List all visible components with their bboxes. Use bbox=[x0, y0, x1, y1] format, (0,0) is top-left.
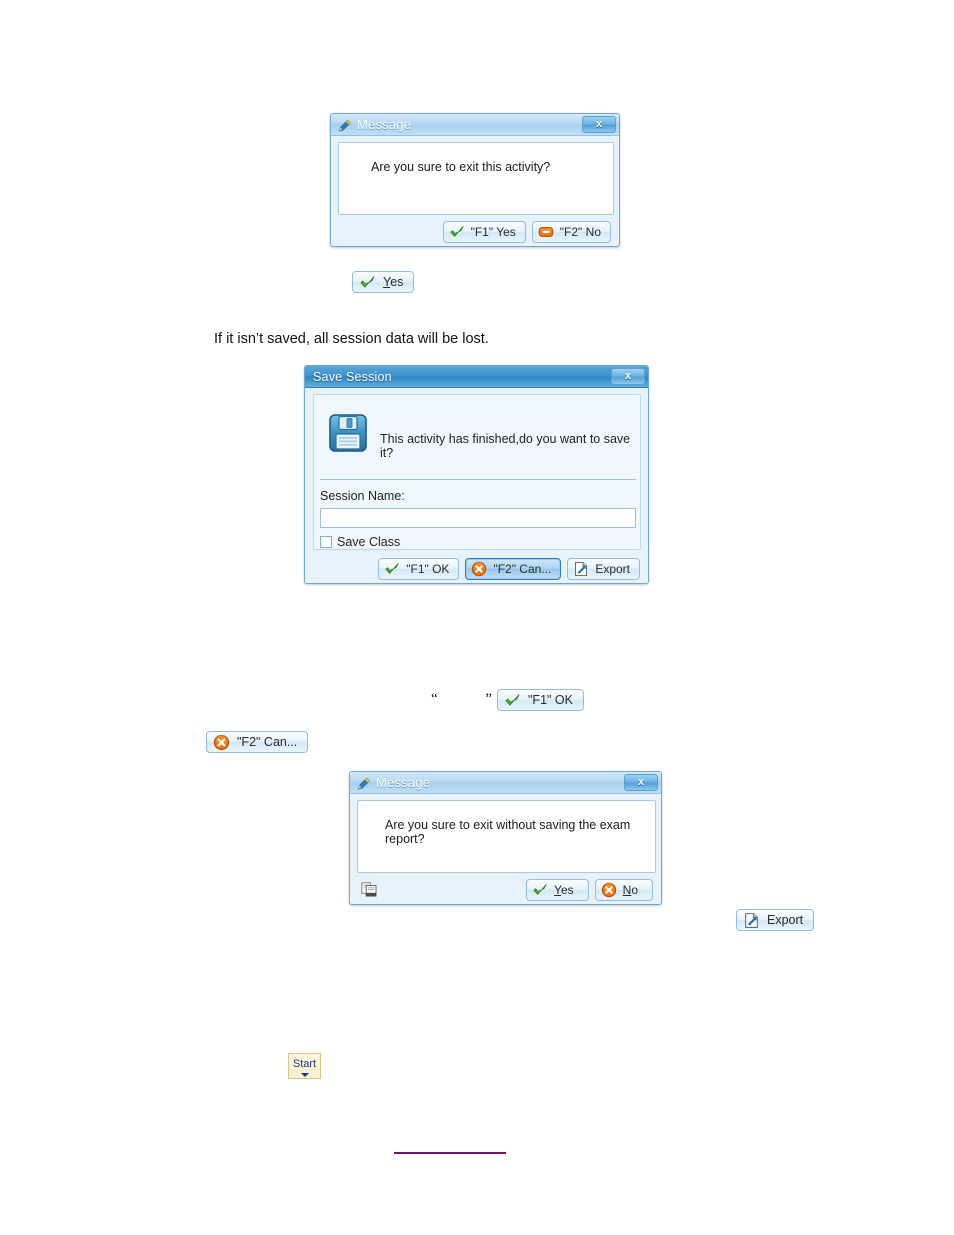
no-button[interactable]: No bbox=[594, 879, 653, 901]
close-button[interactable]: x bbox=[582, 116, 616, 133]
button-label: Export bbox=[767, 913, 804, 927]
button-label: Yes bbox=[383, 275, 403, 289]
dialog-body: Are you sure to exit without saving the … bbox=[350, 794, 661, 904]
floppy-disk-icon bbox=[329, 414, 367, 452]
f1-yes-button[interactable]: "F1" Yes bbox=[442, 221, 526, 243]
export-page-icon bbox=[575, 562, 588, 576]
dialog-title: Message bbox=[376, 775, 431, 790]
session-name-label: Session Name: bbox=[320, 489, 405, 503]
orange-x-icon bbox=[213, 734, 230, 750]
close-button[interactable]: x bbox=[611, 368, 645, 385]
green-check-icon bbox=[450, 226, 464, 237]
button-label: "F2" Can... bbox=[493, 562, 552, 576]
dialog-title: Message bbox=[357, 117, 412, 132]
button-label: Yes bbox=[554, 884, 574, 896]
dropdown-caret-icon[interactable] bbox=[300, 1073, 309, 1077]
save-class-checkbox-row[interactable]: Save Class bbox=[320, 535, 400, 549]
green-check-icon bbox=[360, 275, 375, 288]
close-button[interactable]: x bbox=[624, 774, 658, 791]
pencil-icon bbox=[338, 119, 351, 132]
standalone-export-button[interactable]: Export bbox=[736, 909, 815, 931]
paragraph-if-not-saved: If it isn’t saved, all session data will… bbox=[214, 331, 489, 347]
dialog-exit-activity[interactable]: Message x Are you sure to exit this acti… bbox=[330, 113, 620, 247]
label-rest: es bbox=[390, 275, 404, 289]
dialog-title: Save Session bbox=[313, 369, 392, 384]
dialog-body: Are you sure to exit this activity? "F1"… bbox=[331, 136, 619, 246]
yes-button[interactable]: Yes bbox=[526, 879, 589, 901]
green-check-icon bbox=[533, 884, 547, 895]
dialog-footer: Yes No bbox=[350, 875, 661, 904]
dialog-footer: "F1" Yes "F2" No bbox=[331, 217, 619, 246]
f1-ok-button[interactable]: "F1" OK bbox=[378, 558, 460, 580]
orange-minus-icon bbox=[538, 226, 554, 238]
f2-cancel-button[interactable]: "F2" Can... bbox=[465, 558, 562, 580]
pencil-icon bbox=[357, 777, 370, 790]
standalone-f2-cancel-button[interactable]: "F2" Can... bbox=[206, 731, 309, 753]
orange-x-icon bbox=[601, 882, 616, 898]
button-label: "F2" No bbox=[559, 225, 601, 239]
f2-no-button[interactable]: "F2" No bbox=[531, 221, 611, 243]
dialog-titlebar[interactable]: Save Session x bbox=[305, 366, 648, 388]
button-label: No bbox=[623, 884, 638, 896]
standalone-f1-ok-button[interactable]: "F1" OK bbox=[497, 689, 584, 711]
save-panel: This activity has finished,do you want t… bbox=[313, 394, 641, 550]
accel-letter: Y bbox=[554, 883, 561, 897]
label-rest: o bbox=[631, 883, 638, 897]
message-panel: Are you sure to exit this activity? bbox=[338, 142, 614, 215]
export-button[interactable]: Export bbox=[567, 558, 640, 580]
button-label: Export bbox=[595, 562, 630, 576]
green-check-icon bbox=[385, 563, 399, 574]
export-page-icon bbox=[745, 912, 758, 928]
standalone-start-button[interactable]: Start bbox=[288, 1053, 321, 1079]
dialog-save-session[interactable]: Save Session x This activity has finishe… bbox=[304, 365, 649, 584]
label-rest: es bbox=[560, 883, 574, 897]
save-question-text: This activity has finished,do you want t… bbox=[380, 432, 631, 460]
button-label: "F1" OK bbox=[528, 693, 573, 707]
button-label: "F2" Can... bbox=[237, 735, 298, 749]
session-name-input[interactable] bbox=[320, 508, 636, 528]
message-panel: Are you sure to exit without saving the … bbox=[357, 800, 656, 873]
message-text: Are you sure to exit this activity? bbox=[371, 160, 551, 174]
dialog-titlebar[interactable]: Message x bbox=[350, 772, 661, 794]
dialog-footer: "F1" OK "F2" Can... Export bbox=[305, 554, 648, 583]
standalone-yes-button[interactable]: Yes bbox=[352, 271, 415, 293]
dialog-body: This activity has finished,do you want t… bbox=[305, 388, 648, 583]
dialog-titlebar[interactable]: Message x bbox=[331, 114, 619, 136]
button-label: "F1" OK bbox=[406, 562, 450, 576]
message-text: Are you sure to exit without saving the … bbox=[385, 818, 631, 846]
orange-x-icon bbox=[472, 561, 487, 577]
green-check-icon bbox=[505, 693, 520, 706]
start-label: Start bbox=[292, 1058, 317, 1070]
accel-letter: N bbox=[622, 883, 632, 897]
save-class-label: Save Class bbox=[337, 535, 401, 549]
copy-icon[interactable] bbox=[361, 882, 378, 897]
divider bbox=[320, 479, 636, 480]
link-underline-rule[interactable] bbox=[394, 1152, 506, 1154]
button-label: "F1" Yes bbox=[470, 225, 516, 239]
save-class-checkbox[interactable] bbox=[320, 536, 332, 548]
dialog-exit-without-saving[interactable]: Message x Are you sure to exit without s… bbox=[349, 771, 662, 905]
